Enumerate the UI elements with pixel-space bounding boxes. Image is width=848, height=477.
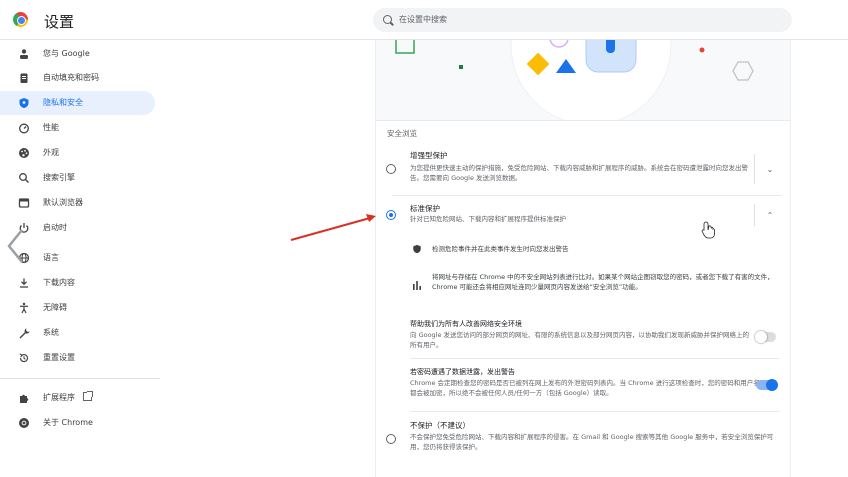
setting-description: 向 Google 发送您访问的部分网页的网址、有限的系统信息以及部分网页内容，以… [410, 331, 750, 349]
sidebar-item-extensions[interactable]: 扩展程序 [0, 386, 155, 410]
toggle-help-improve[interactable] [755, 331, 776, 343]
standard-detail-detect: 检测危险事件并在此类事件发生时向您发出警告 [432, 245, 569, 253]
sidebar-item-label: 启动时 [43, 223, 67, 232]
divider [376, 120, 790, 121]
speedometer-icon [18, 122, 30, 134]
sidebar-item-system[interactable]: 系统 [0, 321, 155, 345]
sidebar-item-label: 系统 [43, 328, 59, 337]
divider [392, 195, 782, 196]
sidebar-item-about-chrome[interactable]: 关于 Chrome [0, 411, 155, 435]
sidebar-item-accessibility[interactable]: 无障碍 [0, 296, 155, 320]
standard-detail-compare: 将网址与存储在 Chrome 中的不安全网站列表进行比对。如果某个网站企图窃取您… [432, 273, 774, 291]
browser-icon [18, 197, 30, 209]
external-link-icon [83, 391, 93, 401]
sidebar-item-label: 自动填充和密码 [43, 73, 99, 82]
sidebar-item-label: 搜索引擎 [43, 173, 75, 182]
accessibility-icon [18, 302, 30, 314]
sidebar-item-autofill[interactable]: 自动填充和密码 [0, 66, 155, 90]
search-icon [18, 172, 30, 184]
puzzle-icon [18, 392, 30, 404]
privacy-panel: 安全浏览 增强型保护 为您提供更快速主动的保护措施，免受危险网站、下载内容威胁和… [375, 40, 791, 477]
sidebar-item-search-engine[interactable]: 搜索引擎 [0, 166, 155, 190]
divider [754, 204, 755, 226]
setting-title-password-leak: 若密码遭遇了数据泄露，发出警告 [410, 368, 515, 376]
option-no-protection[interactable]: 不保护（不建议） 不会保护您免受危险网站、下载内容和扩展程序的侵害。在 Gmai… [376, 414, 790, 464]
sidebar-item-reset[interactable]: 重置设置 [0, 346, 155, 370]
sidebar-item-label: 下载内容 [43, 278, 75, 287]
reset-icon [18, 352, 30, 364]
sidebar-item-label: 您与 Google [43, 49, 90, 58]
divider [410, 411, 780, 412]
chevron-down-icon[interactable]: ⌄ [766, 166, 774, 174]
option-standard-protection[interactable]: 标准保护 针对已知危险网站、下载内容和扩展程序提供标准保护 ⌃ [376, 200, 790, 230]
shield-check-icon [412, 244, 422, 254]
search-input[interactable]: 在设置中搜索 [373, 8, 792, 32]
option-title: 不保护（不建议） [410, 421, 470, 430]
option-description: 为您提供更快速主动的保护措施，免受危险网站、下载内容威胁和扩展程序的威胁。系统会… [410, 164, 748, 182]
sidebar-item-label: 语言 [43, 253, 59, 262]
chrome-icon [18, 417, 30, 429]
toggle-password-leak[interactable] [756, 379, 778, 391]
sidebar-item-label: 性能 [43, 123, 59, 132]
chevron-up-icon[interactable]: ⌃ [766, 212, 774, 220]
sidebar-item-downloads[interactable]: 下载内容 [0, 271, 155, 295]
search-icon [383, 15, 392, 24]
section-title-safe-browsing: 安全浏览 [387, 129, 417, 138]
shield-icon [18, 97, 30, 109]
sidebar-item-label: 默认浏览器 [43, 198, 83, 207]
sidebar-item-label: 隐私和安全 [43, 98, 83, 107]
hero-illustration [376, 40, 790, 120]
sidebar-divider [0, 378, 160, 379]
divider [410, 358, 780, 359]
search-placeholder: 在设置中搜索 [399, 15, 447, 24]
radio-enhanced[interactable] [386, 164, 396, 174]
download-icon [18, 277, 30, 289]
option-description: 针对已知危险网站、下载内容和扩展程序提供标准保护 [410, 215, 566, 223]
sidebar-item-label: 扩展程序 [43, 391, 93, 403]
sidebar-item-label: 外观 [43, 148, 59, 157]
setting-title-help-improve: 帮助我们为所有人改善网络安全环境 [410, 320, 522, 328]
collapse-chevron-icon[interactable] [6, 228, 26, 264]
person-icon [18, 48, 30, 60]
sidebar-item-label: 重置设置 [43, 353, 75, 362]
sidebar-item-label: 无障碍 [43, 303, 67, 312]
option-title: 标准保护 [410, 204, 440, 213]
sidebar-item-performance[interactable]: 性能 [0, 116, 155, 140]
clipboard-icon [18, 72, 30, 84]
bar-chart-icon [412, 280, 422, 290]
palette-icon [18, 147, 30, 159]
wrench-icon [18, 327, 30, 339]
option-description: 不会保护您免受危险网站、下载内容和扩展程序的侵害。在 Gmail 和 Googl… [410, 433, 774, 451]
chrome-logo-icon [13, 12, 28, 27]
radio-standard[interactable] [386, 210, 396, 220]
page-title: 设置 [44, 13, 75, 31]
top-bar: 设置 在设置中搜索 [0, 0, 848, 40]
option-title: 增强型保护 [410, 151, 448, 160]
option-enhanced-protection[interactable]: 增强型保护 为您提供更快速主动的保护措施，免受危险网站、下载内容威胁和扩展程序的… [376, 144, 790, 192]
divider [754, 154, 755, 184]
sidebar-item-privacy[interactable]: 隐私和安全 [0, 91, 155, 115]
setting-description: Chrome 会定期检查您的密码是否已被列在网上发布的外泄密码列表内。当 Chr… [410, 379, 760, 397]
sidebar-item-appearance[interactable]: 外观 [0, 141, 155, 165]
sidebar-item-label: 关于 Chrome [43, 418, 93, 427]
radio-no-protection[interactable] [386, 434, 396, 444]
sidebar-item-default-browser[interactable]: 默认浏览器 [0, 191, 155, 215]
sidebar-item-you-and-google[interactable]: 您与 Google [0, 42, 155, 66]
